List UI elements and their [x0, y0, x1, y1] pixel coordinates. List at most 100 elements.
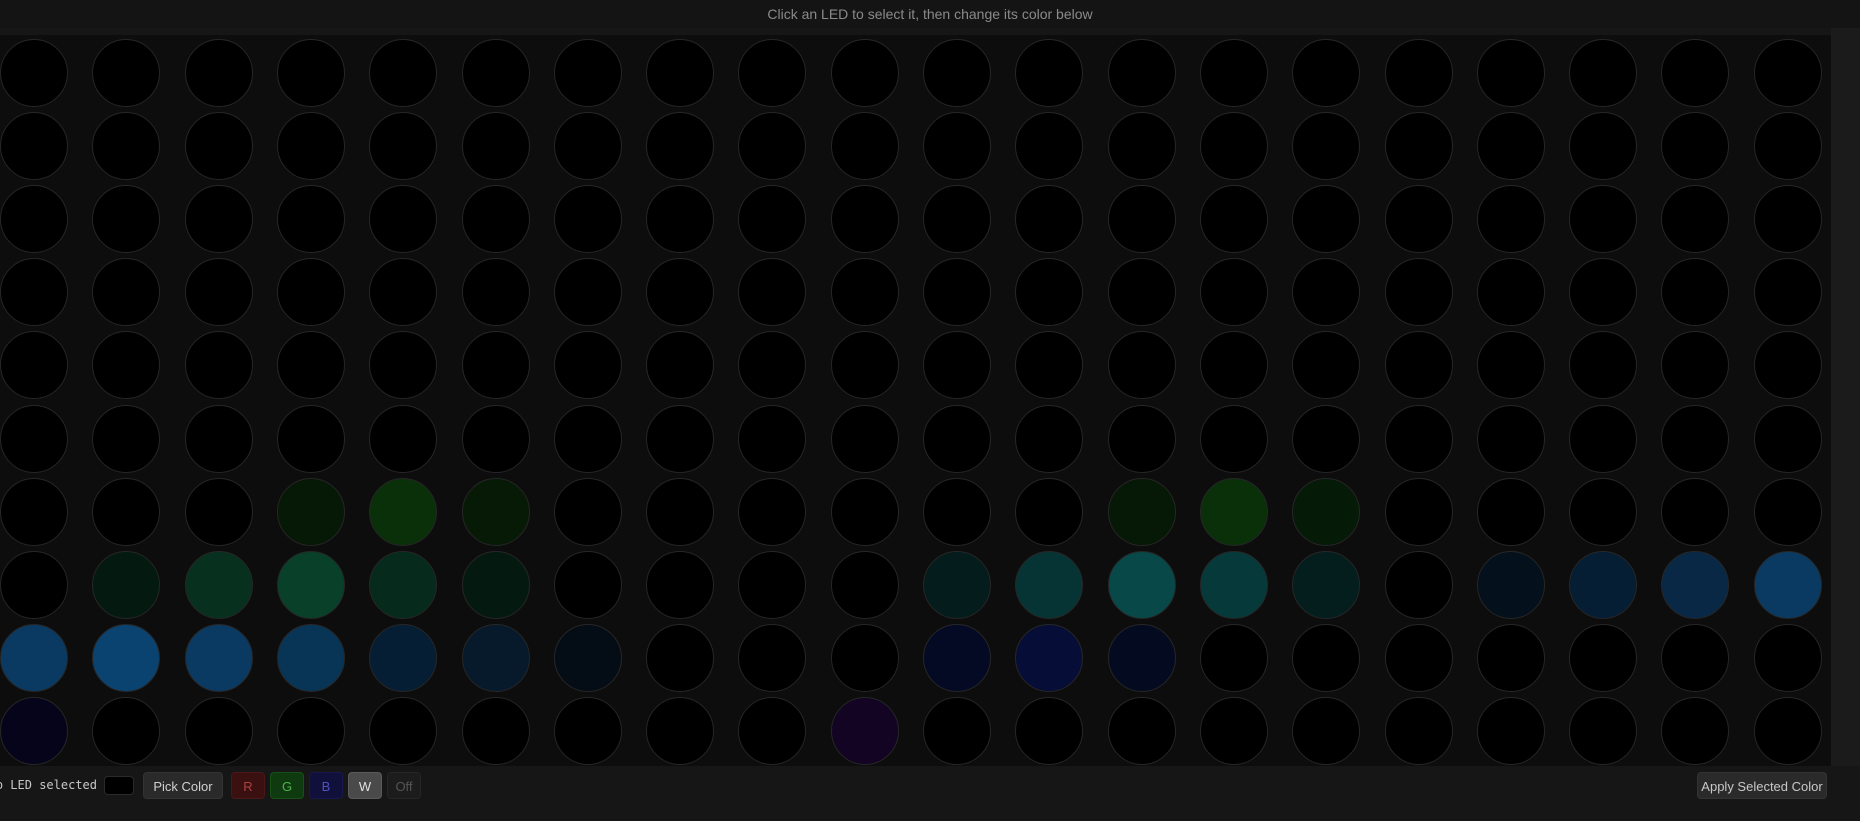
led-r8-c12[interactable] — [1107, 623, 1176, 692]
led-r4-c14[interactable] — [1292, 331, 1361, 400]
led-r5-c2[interactable] — [184, 404, 253, 473]
led-r3-c10[interactable] — [923, 258, 991, 327]
led-r7-c5[interactable] — [461, 550, 530, 619]
led-r6-c1[interactable] — [92, 477, 161, 546]
led-r0-c1[interactable] — [92, 39, 161, 107]
led-r9-c14[interactable] — [1292, 696, 1361, 765]
led-r2-c8[interactable] — [738, 185, 807, 254]
led-r1-c8[interactable] — [738, 112, 807, 181]
led-r0-c15[interactable] — [1384, 39, 1453, 107]
led-r7-c10[interactable] — [923, 550, 991, 619]
led-r1-c11[interactable] — [1015, 112, 1084, 181]
led-r9-c0[interactable] — [0, 696, 68, 765]
led-r5-c4[interactable] — [369, 404, 438, 473]
led-r8-c4[interactable] — [369, 623, 438, 692]
led-r4-c5[interactable] — [461, 331, 530, 400]
led-r2-c19[interactable] — [1753, 185, 1822, 254]
led-r4-c9[interactable] — [830, 331, 899, 400]
led-r0-c2[interactable] — [184, 39, 253, 107]
led-r0-c8[interactable] — [738, 39, 807, 107]
led-r2-c12[interactable] — [1107, 185, 1176, 254]
led-r3-c2[interactable] — [184, 258, 253, 327]
led-r7-c3[interactable] — [276, 550, 345, 619]
led-r0-c17[interactable] — [1569, 39, 1638, 107]
led-r3-c16[interactable] — [1476, 258, 1545, 327]
led-r3-c5[interactable] — [461, 258, 530, 327]
led-r6-c6[interactable] — [553, 477, 622, 546]
led-r6-c2[interactable] — [184, 477, 253, 546]
led-r4-c3[interactable] — [276, 331, 345, 400]
led-r9-c18[interactable] — [1661, 696, 1730, 765]
led-r1-c1[interactable] — [92, 112, 161, 181]
led-r4-c8[interactable] — [738, 331, 807, 400]
led-r9-c4[interactable] — [369, 696, 438, 765]
led-r7-c9[interactable] — [830, 550, 899, 619]
led-r0-c4[interactable] — [369, 39, 438, 107]
led-r0-c18[interactable] — [1661, 39, 1730, 107]
led-r3-c19[interactable] — [1753, 258, 1822, 327]
led-r2-c9[interactable] — [830, 185, 899, 254]
led-r9-c17[interactable] — [1569, 696, 1638, 765]
led-r7-c14[interactable] — [1292, 550, 1361, 619]
led-r2-c13[interactable] — [1199, 185, 1268, 254]
led-r7-c17[interactable] — [1569, 550, 1638, 619]
led-r2-c18[interactable] — [1661, 185, 1730, 254]
led-r3-c1[interactable] — [92, 258, 161, 327]
led-r5-c19[interactable] — [1753, 404, 1822, 473]
led-r2-c2[interactable] — [184, 185, 253, 254]
led-r9-c16[interactable] — [1476, 696, 1545, 765]
led-r5-c15[interactable] — [1384, 404, 1453, 473]
led-r5-c5[interactable] — [461, 404, 530, 473]
led-r4-c19[interactable] — [1753, 331, 1822, 400]
led-r6-c12[interactable] — [1107, 477, 1176, 546]
led-r3-c18[interactable] — [1661, 258, 1730, 327]
led-r8-c17[interactable] — [1569, 623, 1638, 692]
led-r5-c18[interactable] — [1661, 404, 1730, 473]
led-r7-c4[interactable] — [369, 550, 438, 619]
led-r8-c19[interactable] — [1753, 623, 1822, 692]
led-r3-c17[interactable] — [1569, 258, 1638, 327]
led-r4-c7[interactable] — [646, 331, 715, 400]
led-r8-c13[interactable] — [1199, 623, 1268, 692]
led-r5-c3[interactable] — [276, 404, 345, 473]
led-r8-c2[interactable] — [184, 623, 253, 692]
led-r1-c6[interactable] — [553, 112, 622, 181]
led-r6-c8[interactable] — [738, 477, 807, 546]
led-r5-c7[interactable] — [646, 404, 715, 473]
green-channel-button[interactable]: G — [270, 772, 304, 799]
led-r7-c0[interactable] — [0, 550, 68, 619]
led-r3-c11[interactable] — [1015, 258, 1084, 327]
led-r7-c16[interactable] — [1476, 550, 1545, 619]
led-r8-c15[interactable] — [1384, 623, 1453, 692]
led-r7-c6[interactable] — [553, 550, 622, 619]
led-r8-c6[interactable] — [553, 623, 622, 692]
led-r3-c12[interactable] — [1107, 258, 1176, 327]
led-r6-c3[interactable] — [276, 477, 345, 546]
led-r8-c9[interactable] — [830, 623, 899, 692]
led-r2-c1[interactable] — [92, 185, 161, 254]
led-r9-c11[interactable] — [1015, 696, 1084, 765]
led-r1-c0[interactable] — [0, 112, 68, 181]
off-button[interactable]: Off — [387, 772, 421, 799]
led-r0-c0[interactable] — [0, 39, 68, 107]
led-r6-c7[interactable] — [646, 477, 715, 546]
led-r5-c9[interactable] — [830, 404, 899, 473]
led-r7-c1[interactable] — [92, 550, 161, 619]
led-r2-c11[interactable] — [1015, 185, 1084, 254]
led-r5-c16[interactable] — [1476, 404, 1545, 473]
led-r2-c17[interactable] — [1569, 185, 1638, 254]
led-r1-c14[interactable] — [1292, 112, 1361, 181]
led-r3-c3[interactable] — [276, 258, 345, 327]
led-r3-c15[interactable] — [1384, 258, 1453, 327]
led-r6-c15[interactable] — [1384, 477, 1453, 546]
led-r2-c7[interactable] — [646, 185, 715, 254]
led-r0-c10[interactable] — [923, 39, 991, 107]
led-r2-c16[interactable] — [1476, 185, 1545, 254]
led-r9-c3[interactable] — [276, 696, 345, 765]
led-r4-c6[interactable] — [553, 331, 622, 400]
led-r1-c7[interactable] — [646, 112, 715, 181]
led-r4-c11[interactable] — [1015, 331, 1084, 400]
led-r2-c6[interactable] — [553, 185, 622, 254]
led-r4-c12[interactable] — [1107, 331, 1176, 400]
led-r4-c2[interactable] — [184, 331, 253, 400]
